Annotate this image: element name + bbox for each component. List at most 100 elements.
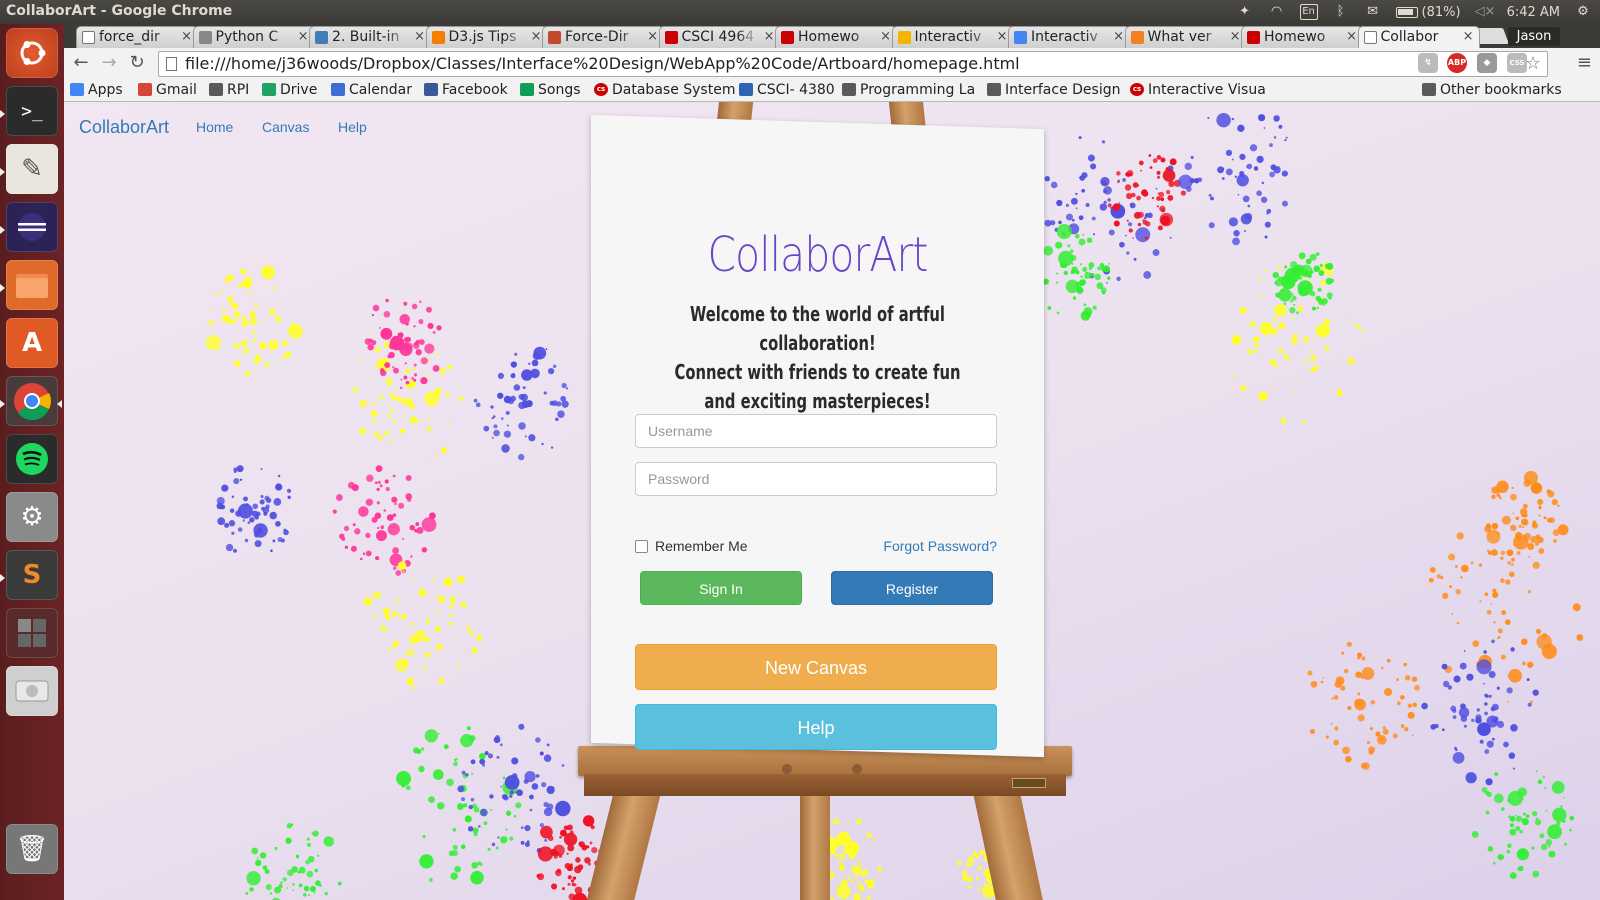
browser-tab[interactable]: D3.js Tips × (425, 26, 548, 48)
close-tab-icon[interactable]: × (1230, 27, 1241, 47)
files-icon[interactable] (6, 260, 58, 310)
close-tab-icon[interactable]: × (298, 27, 309, 47)
close-tab-icon[interactable]: × (880, 27, 891, 47)
ubuntu-dash-icon[interactable] (6, 28, 58, 78)
profile-button[interactable]: Jason (1508, 27, 1560, 46)
sheets-icon (520, 83, 534, 96)
forgot-password-link[interactable]: Forgot Password? (883, 538, 997, 554)
sign-in-button[interactable]: Sign In (640, 571, 802, 605)
mail-icon[interactable]: ✉ (1364, 4, 1382, 20)
py-favicon-icon (198, 31, 212, 44)
bookmark-item[interactable]: Apps (68, 80, 123, 100)
clock[interactable]: 6:42 AM (1507, 5, 1560, 20)
site-brand-link[interactable]: CollaborArt (79, 117, 169, 138)
doc-favicon-icon (82, 31, 95, 44)
keyboard-layout-indicator[interactable]: En (1299, 4, 1318, 20)
close-tab-icon[interactable]: × (1463, 27, 1474, 47)
shield-extension-icon[interactable]: ◆ (1477, 53, 1497, 73)
browser-tab[interactable]: Interactiv × (891, 26, 1014, 48)
bookmark-item[interactable]: Facebook (422, 80, 508, 100)
nav-help-link[interactable]: Help (338, 119, 367, 135)
power-gear-icon[interactable]: ⚙ (1574, 4, 1592, 20)
volume-muted-icon[interactable]: ◁× (1475, 4, 1496, 20)
bookmarks-bar: Apps Gmail RPI Drive Calendar Facebook Songs cs… (64, 78, 1600, 102)
new-canvas-button[interactable]: New Canvas (635, 644, 997, 690)
browser-tab[interactable]: Collabor × (1357, 26, 1480, 48)
sublime-text-icon[interactable]: S (6, 550, 58, 600)
remember-me-label: Remember Me (655, 538, 748, 554)
calendar-icon (331, 83, 345, 96)
wifi-icon[interactable]: ◠ (1268, 4, 1286, 20)
system-settings-icon[interactable]: ⚙ (6, 492, 58, 542)
bookmark-star-icon[interactable]: ☆ (1525, 52, 1541, 76)
browser-tab[interactable]: force_dir × (76, 26, 198, 48)
close-tab-icon[interactable]: × (997, 27, 1008, 47)
py-favicon-icon (315, 31, 328, 44)
eclipse-icon[interactable] (6, 202, 58, 252)
text-editor-icon[interactable]: ✎ (6, 144, 58, 194)
close-tab-icon[interactable]: × (647, 27, 658, 47)
username-input[interactable] (635, 414, 997, 448)
disk-icon[interactable] (6, 666, 58, 716)
ubuntu-top-panel: CollaborArt - Google Chrome ✦ ◠ En ᛒ ✉ (… (0, 0, 1600, 24)
close-tab-icon[interactable]: × (1113, 27, 1124, 47)
close-tab-icon[interactable]: × (764, 27, 775, 47)
workspace-switcher-icon[interactable] (6, 608, 58, 658)
checkbox-icon[interactable] (635, 539, 648, 553)
other-bookmarks-folder[interactable]: Other bookmarks (1420, 80, 1562, 100)
trash-icon[interactable]: 🗑 (6, 824, 58, 874)
browser-tab[interactable]: Homewo × (1241, 26, 1363, 48)
bookmark-item[interactable]: Gmail (136, 80, 197, 100)
spotify-icon[interactable] (6, 434, 58, 484)
browser-tab[interactable]: 2. Built-in × (309, 26, 431, 48)
address-bar[interactable]: file:///home/j36woods/Dropbox/Classes/In… (158, 51, 1548, 77)
bookmark-label: Songs (538, 82, 581, 98)
bookmark-item[interactable]: Calendar (329, 80, 412, 100)
bookmark-label: Programming La (860, 82, 976, 98)
gmail-icon (138, 83, 152, 96)
dropbox-icon[interactable]: ✦ (1236, 4, 1254, 20)
other-bookmarks-label: Other bookmarks (1440, 82, 1562, 98)
tab-label: Homewo (798, 29, 860, 45)
folder-icon (1422, 83, 1436, 96)
chrome-icon[interactable] (6, 376, 58, 426)
close-tab-icon[interactable]: × (1346, 27, 1357, 47)
bookmark-item[interactable]: Drive (260, 80, 317, 100)
remember-me-checkbox[interactable]: Remember Me (635, 538, 748, 554)
browser-tab[interactable]: Interactiv × (1008, 26, 1130, 48)
bookmark-label: Interface Design (1005, 82, 1121, 98)
bookmark-item[interactable]: cs Interactive Visua (1128, 80, 1266, 100)
help-button[interactable]: Help (635, 704, 997, 750)
chrome-menu-icon[interactable]: ≡ (1577, 52, 1592, 73)
reload-icon[interactable]: ↻ (126, 52, 148, 74)
bookmark-item[interactable]: Programming La (840, 80, 975, 100)
bookmark-item[interactable]: Interface Design (985, 80, 1120, 100)
browser-tab[interactable]: Homewo × (775, 26, 897, 48)
nav-canvas-link[interactable]: Canvas (262, 119, 309, 135)
close-tab-icon[interactable]: × (531, 27, 542, 47)
extension-icon[interactable]: ↯ (1418, 53, 1438, 73)
software-center-icon[interactable]: A (6, 318, 58, 368)
close-tab-icon[interactable]: × (414, 27, 425, 47)
bookmark-item[interactable]: cs Database System (592, 80, 735, 100)
browser-tab[interactable]: Python C × (192, 26, 315, 48)
password-input[interactable] (635, 462, 997, 496)
register-button[interactable]: Register (831, 571, 993, 605)
back-arrow-icon[interactable]: ← (70, 52, 92, 74)
browser-tab[interactable]: CSCI 4964 × (658, 26, 781, 48)
bookmark-item[interactable]: RPI (207, 80, 249, 100)
tab-label: Python C (215, 29, 279, 45)
chrome-window: force_dir × Python C × 2. Built-in × D3.js Tip… (64, 24, 1600, 900)
bookmark-item[interactable]: Songs (518, 80, 581, 100)
forward-arrow-icon[interactable]: → (98, 52, 120, 74)
nav-home-link[interactable]: Home (196, 119, 233, 135)
adblock-plus-icon[interactable]: ABP (1447, 53, 1467, 73)
bookmark-item[interactable]: CSCI- 4380 (737, 80, 835, 100)
battery-indicator[interactable]: (81%) (1395, 5, 1461, 20)
close-tab-icon[interactable]: × (181, 27, 192, 47)
browser-tab[interactable]: What ver × (1124, 26, 1247, 48)
css-extension-icon[interactable]: CSS (1507, 53, 1527, 73)
bluetooth-icon[interactable]: ᛒ (1332, 4, 1350, 20)
browser-tab[interactable]: Force-Dir × (542, 26, 664, 48)
terminal-icon[interactable]: >_ (6, 86, 58, 136)
